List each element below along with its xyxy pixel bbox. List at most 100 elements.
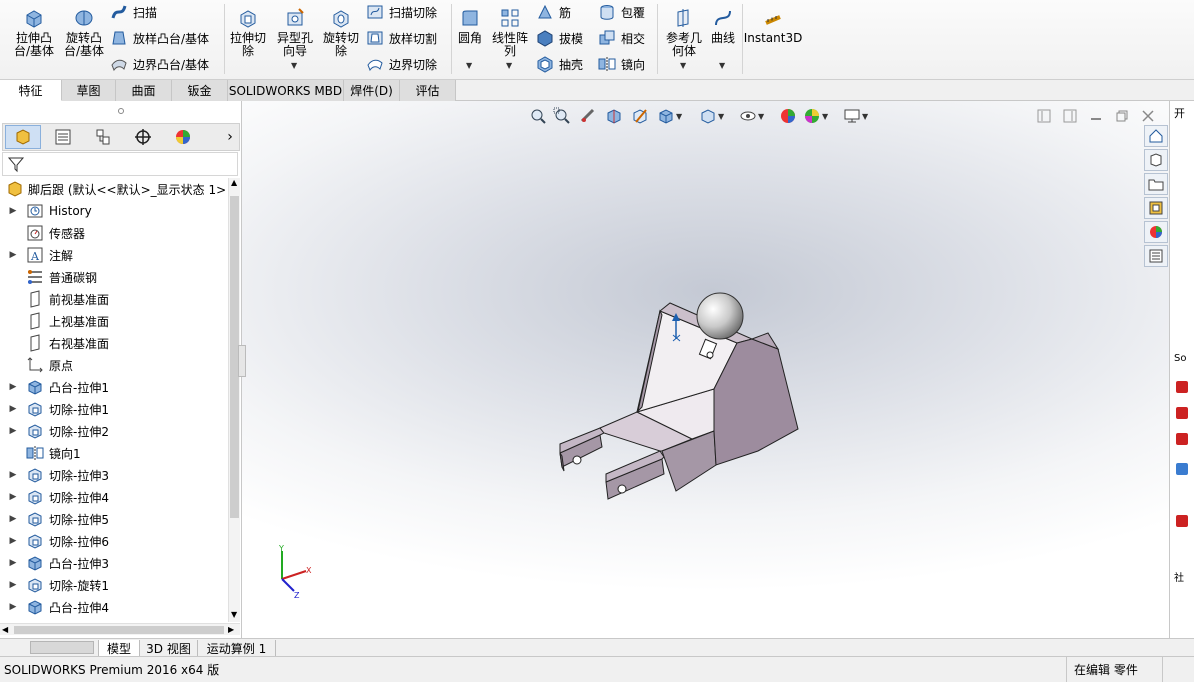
previous-view-icon[interactable]: [578, 106, 598, 126]
expand-arrow-icon[interactable]: ▶: [6, 558, 20, 568]
resource-icon[interactable]: [1176, 463, 1188, 475]
resource-icon[interactable]: [1176, 515, 1188, 527]
window-prev-icon[interactable]: [1034, 106, 1054, 126]
curves-dropdown-icon[interactable]: ▼: [719, 61, 725, 70]
task-pane-custom-properties[interactable]: [1144, 245, 1168, 267]
revolve-cut-button[interactable]: 旋转切 除: [320, 6, 362, 58]
hide-show-icon[interactable]: [738, 106, 758, 126]
resource-icon[interactable]: [1176, 381, 1188, 393]
mirror-button[interactable]: 镜向: [598, 54, 645, 74]
expand-arrow-icon[interactable]: ▶: [6, 426, 20, 436]
tree-item[interactable]: 传感器: [0, 222, 228, 244]
dimxpert-tab[interactable]: [125, 125, 161, 149]
expand-arrow-icon[interactable]: ▶: [6, 514, 20, 524]
task-pane-file-explorer[interactable]: [1144, 173, 1168, 195]
scroll-down-icon[interactable]: ▼: [231, 610, 237, 619]
tab-surfaces[interactable]: 曲面: [116, 80, 172, 101]
resource-icon[interactable]: [1176, 407, 1188, 419]
tree-item[interactable]: ▶ 切除-拉伸3: [0, 464, 228, 486]
hole-wizard-button[interactable]: 异型孔 向导: [274, 6, 316, 58]
loft-cut-button[interactable]: 放样切割: [366, 28, 437, 48]
tree-item[interactable]: ▶ 切除-拉伸6: [0, 530, 228, 552]
expand-arrow-icon[interactable]: ▶: [6, 206, 20, 216]
view-orientation-icon[interactable]: [656, 106, 676, 126]
tab-sheet-metal[interactable]: 钣金: [172, 80, 228, 101]
tab-weldments[interactable]: 焊件(D): [344, 80, 400, 101]
tab-motion-study[interactable]: 运动算例 1: [198, 640, 276, 656]
filter-bar[interactable]: [2, 152, 238, 176]
tab-mbd[interactable]: SOLIDWORKS MBD: [228, 80, 344, 101]
wrap-button[interactable]: 包覆: [598, 2, 645, 22]
tree-hscrollbar[interactable]: ◀ ▶: [0, 623, 240, 635]
tree-item[interactable]: 镜向1: [0, 442, 228, 464]
hide-show-dropdown-icon[interactable]: ▼: [758, 112, 764, 121]
tree-item[interactable]: ▶ History: [0, 200, 228, 222]
rib-button[interactable]: 筋: [536, 2, 571, 22]
boundary-boss-button[interactable]: 边界凸台/基体: [110, 54, 209, 74]
tree-item[interactable]: ▶ 切除-拉伸1: [0, 398, 228, 420]
task-pane-appearances[interactable]: [1144, 221, 1168, 243]
part-model[interactable]: [542, 281, 812, 511]
instant3d-button[interactable]: Instant3D: [744, 6, 802, 45]
fillet-dropdown-icon[interactable]: ▼: [466, 61, 472, 70]
scroll-left-icon[interactable]: ◀: [2, 625, 8, 634]
configuration-manager-tab[interactable]: [85, 125, 121, 149]
property-manager-tab[interactable]: [45, 125, 81, 149]
boundary-cut-button[interactable]: 边界切除: [366, 54, 437, 74]
tree-item[interactable]: ▶ 凸台-拉伸1: [0, 376, 228, 398]
tree-item[interactable]: 右视基准面: [0, 332, 228, 354]
sweep-button[interactable]: 扫描: [110, 2, 157, 22]
display-manager-tab[interactable]: [165, 125, 201, 149]
tab-features[interactable]: 特征: [0, 80, 62, 101]
tab-evaluate[interactable]: 评估: [400, 80, 456, 101]
tree-item[interactable]: ▶ 凸台-拉伸4: [0, 596, 228, 618]
tree-item[interactable]: 前视基准面: [0, 288, 228, 310]
expand-arrow-icon[interactable]: ▶: [6, 404, 20, 414]
tree-item[interactable]: ▶ 切除-旋转1: [0, 574, 228, 596]
display-style-icon[interactable]: [698, 106, 718, 126]
view-settings-icon[interactable]: [842, 106, 862, 126]
expand-arrow-icon[interactable]: ▶: [6, 580, 20, 590]
tab-model[interactable]: 模型: [98, 640, 140, 656]
panel-splitter[interactable]: [238, 345, 246, 377]
tree-item[interactable]: 上视基准面: [0, 310, 228, 332]
curves-button[interactable]: 曲线: [708, 6, 738, 45]
fillet-button[interactable]: 圆角: [456, 6, 484, 45]
expand-arrow-icon[interactable]: ▶: [6, 602, 20, 612]
view-settings-dropdown-icon[interactable]: ▼: [862, 112, 868, 121]
linear-pattern-button[interactable]: 线性阵 列: [488, 6, 532, 58]
hole-wizard-dropdown-icon[interactable]: ▼: [291, 61, 297, 70]
expand-arrow-icon[interactable]: ▶: [6, 470, 20, 480]
reference-geometry-dropdown-icon[interactable]: ▼: [680, 61, 686, 70]
sweep-cut-button[interactable]: 扫描切除: [366, 2, 437, 22]
tree-item[interactable]: ▶ 切除-拉伸5: [0, 508, 228, 530]
tree-item[interactable]: 原点: [0, 354, 228, 376]
dynamic-annotation-icon[interactable]: [630, 106, 650, 126]
close-icon[interactable]: [1138, 106, 1158, 126]
tree-scrollbar[interactable]: ▲ ▼: [228, 178, 240, 622]
tab-sketch[interactable]: 草图: [62, 80, 116, 101]
view-orientation-dropdown-icon[interactable]: ▼: [676, 112, 682, 121]
scene-dropdown-icon[interactable]: ▼: [822, 112, 828, 121]
tree-item[interactable]: ▶ 凸台-拉伸3: [0, 552, 228, 574]
task-pane-view-palette[interactable]: [1144, 197, 1168, 219]
restore-icon[interactable]: [1112, 106, 1132, 126]
display-style-dropdown-icon[interactable]: ▼: [718, 112, 724, 121]
feature-tree-tab[interactable]: [5, 125, 41, 149]
window-next-icon[interactable]: [1060, 106, 1080, 126]
hscroll-thumb[interactable]: [14, 626, 224, 634]
tree-root[interactable]: 脚后跟 (默认<<默认>_显示状态 1>: [0, 178, 228, 200]
chevron-right-icon[interactable]: ›: [223, 127, 237, 147]
tree-item[interactable]: ▶ 切除-拉伸2: [0, 420, 228, 442]
tree-item[interactable]: 普通碳钢: [0, 266, 228, 288]
tree-item[interactable]: ▶ 切除-拉伸4: [0, 486, 228, 508]
scroll-up-icon[interactable]: ▲: [231, 178, 237, 187]
intersect-button[interactable]: 相交: [598, 28, 645, 48]
revolve-boss-button[interactable]: 旋转凸 台/基体: [62, 6, 106, 58]
linear-pattern-dropdown-icon[interactable]: ▼: [506, 61, 512, 70]
expand-arrow-icon[interactable]: ▶: [6, 492, 20, 502]
task-pane-design-library[interactable]: [1144, 149, 1168, 171]
expand-arrow-icon[interactable]: ▶: [6, 536, 20, 546]
extrude-cut-button[interactable]: 拉伸切 除: [228, 6, 268, 58]
draft-button[interactable]: 拔模: [536, 28, 583, 48]
